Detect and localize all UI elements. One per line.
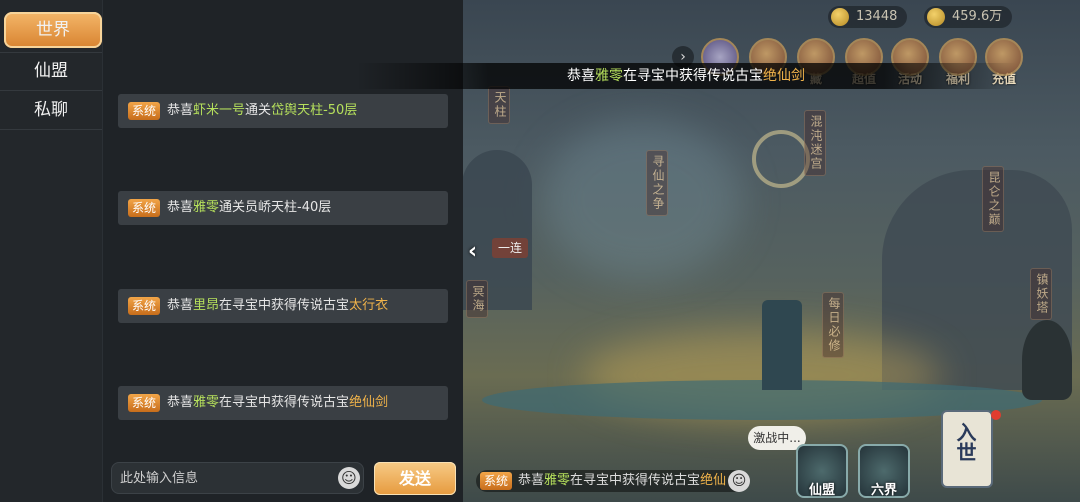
chat-ticker[interactable]: 系统 恭喜雅零在寻宝中获得传说古宝绝仙 bbox=[476, 470, 748, 492]
sign-zhenyao[interactable]: 镇妖塔 bbox=[1030, 268, 1052, 320]
sign-xunxian[interactable]: 寻仙之争 bbox=[646, 150, 668, 216]
message-item[interactable]: 太行衣 bbox=[349, 298, 388, 313]
realms-button[interactable]: 六界 bbox=[858, 444, 910, 498]
guild-button[interactable]: 仙盟 bbox=[796, 444, 848, 498]
sign-daily[interactable]: 每日必修 bbox=[822, 292, 844, 358]
tab-world[interactable]: 世界 bbox=[4, 12, 102, 48]
message-prefix: 恭喜 bbox=[167, 395, 194, 410]
player-name[interactable]: 虾米一号 bbox=[193, 103, 245, 118]
ticker-emoji-icon[interactable]: ☺ bbox=[728, 470, 750, 492]
link-tag[interactable]: 一连 bbox=[492, 238, 529, 258]
enter-world-scroll[interactable]: 入世 bbox=[943, 412, 991, 486]
ingot-value: 13448 bbox=[856, 9, 898, 24]
gold-value: 459.6万 bbox=[952, 9, 1003, 24]
gold-coin-icon bbox=[927, 8, 945, 26]
sign-maze[interactable]: 混沌迷宫 bbox=[804, 110, 826, 176]
tab-guild[interactable]: 仙盟 bbox=[0, 52, 102, 90]
pagoda[interactable] bbox=[762, 300, 802, 390]
scene-mist bbox=[542, 120, 742, 280]
chat-channel-sidebar: 世界 仙盟 私聊 bbox=[0, 0, 102, 502]
enter-world-label: 入世 bbox=[953, 422, 977, 462]
ingot-counter[interactable]: 13448 bbox=[828, 6, 908, 28]
message-text: 在寻宝中获得传说古宝 bbox=[219, 298, 350, 313]
announcement-banner: 恭喜雅零在寻宝中获得传说古宝绝仙剑 bbox=[356, 63, 1016, 89]
guild-button-label: 仙盟 bbox=[808, 483, 835, 498]
ticker-player-name: 雅零 bbox=[544, 473, 571, 488]
message-prefix: 恭喜 bbox=[167, 298, 194, 313]
system-tag: 系统 bbox=[128, 198, 161, 217]
emoji-icon[interactable]: ☺ bbox=[338, 467, 360, 489]
banner-text: 在寻宝中获得传说古宝 bbox=[623, 68, 763, 84]
system-tag: 系统 bbox=[128, 296, 161, 315]
ticker-item: 绝仙 bbox=[700, 473, 727, 488]
gold-counter[interactable]: 459.6万 bbox=[924, 6, 1013, 28]
sign-kunlun[interactable]: 昆仑之巅 bbox=[982, 166, 1004, 232]
player-name[interactable]: 里昂 bbox=[193, 298, 219, 313]
message-text: 通关 bbox=[245, 103, 272, 118]
banner-item: 绝仙剑 bbox=[763, 68, 805, 84]
message-prefix: 恭喜 bbox=[167, 103, 194, 118]
dragon-statue[interactable] bbox=[1022, 320, 1072, 400]
chat-message[interactable]: 系统 恭喜虾米一号通关岱舆天柱-50层 bbox=[118, 94, 448, 128]
system-tag: 系统 bbox=[128, 101, 161, 120]
message-prefix: 恭喜 bbox=[167, 200, 194, 215]
banner-prefix: 恭喜 bbox=[567, 68, 595, 84]
message-text: 在寻宝中获得传说古宝 bbox=[219, 395, 350, 410]
tab-private[interactable]: 私聊 bbox=[0, 91, 102, 129]
system-tag: 系统 bbox=[128, 393, 161, 412]
ticker-prefix: 恭喜 bbox=[518, 473, 545, 488]
ticker-system-tag: 系统 bbox=[480, 471, 513, 490]
sign-minghai[interactable]: 冥海 bbox=[466, 280, 488, 318]
ticker-text: 在寻宝中获得传说古宝 bbox=[570, 473, 701, 488]
message-text: 通关员峤天柱-40层 bbox=[219, 200, 332, 215]
message-item: 岱舆天柱-50层 bbox=[271, 103, 358, 118]
chat-message[interactable]: 系统 恭喜雅零通关员峤天柱-40层 bbox=[118, 191, 448, 225]
player-name[interactable]: 雅零 bbox=[193, 200, 219, 215]
message-item[interactable]: 绝仙剑 bbox=[349, 395, 388, 410]
chat-input[interactable]: 此处输入信息 bbox=[111, 462, 364, 494]
chat-message[interactable]: 系统 恭喜里昂在寻宝中获得传说古宝太行衣 bbox=[118, 289, 448, 323]
ingot-icon bbox=[831, 8, 849, 26]
portal-ring bbox=[752, 130, 810, 188]
collapse-chevron-icon[interactable]: ‹ bbox=[468, 239, 490, 265]
chat-message[interactable]: 系统 恭喜雅零在寻宝中获得传说古宝绝仙剑 bbox=[118, 386, 448, 420]
player-name[interactable]: 雅零 bbox=[193, 395, 219, 410]
send-button[interactable]: 发送 bbox=[374, 462, 456, 495]
sign-tianzhu[interactable]: 天柱 bbox=[488, 86, 510, 124]
realms-button-label: 六界 bbox=[870, 483, 897, 498]
notification-dot bbox=[991, 410, 1001, 420]
banner-player-name: 雅零 bbox=[595, 68, 623, 84]
divider bbox=[0, 129, 102, 130]
